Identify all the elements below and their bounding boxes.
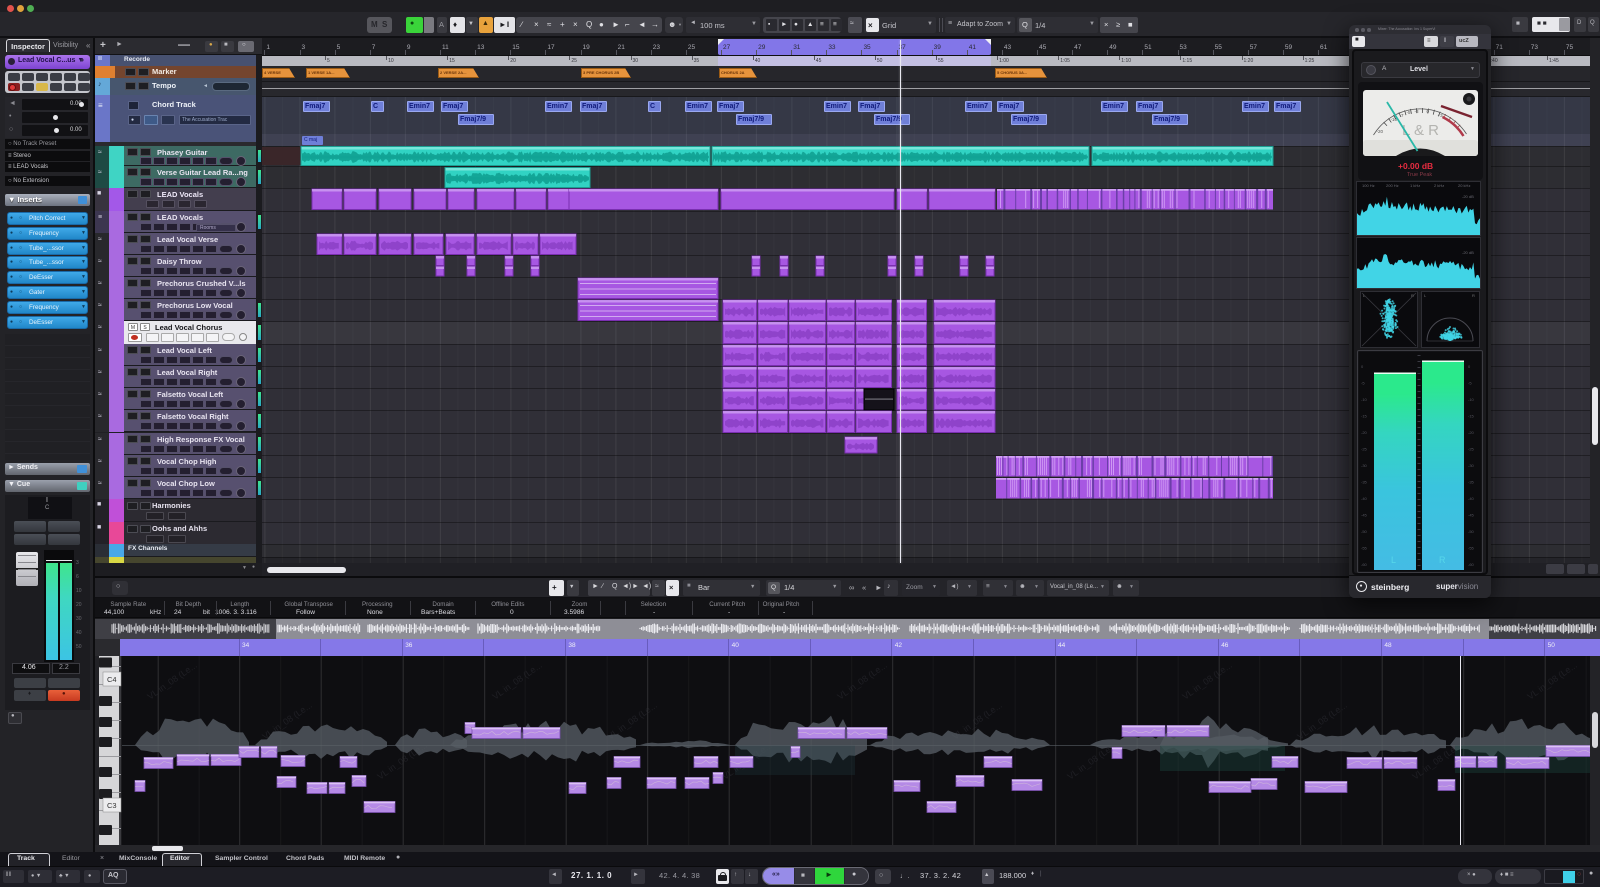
svg-text:-60: -60 — [1361, 562, 1368, 567]
svg-text:-25: -25 — [1468, 447, 1475, 452]
svg-text:-20: -20 — [1468, 430, 1475, 435]
svg-text:-50: -50 — [1361, 529, 1368, 534]
svg-text:-35: -35 — [1361, 480, 1368, 485]
svg-text:-40: -40 — [1361, 496, 1368, 501]
svg-text:-60: -60 — [1468, 562, 1475, 567]
svg-text:R: R — [1439, 555, 1446, 565]
svg-text:-25: -25 — [1361, 447, 1368, 452]
svg-text:L: L — [1391, 555, 1396, 565]
svg-text:-50: -50 — [1468, 529, 1475, 534]
svg-text:-10: -10 — [1468, 397, 1475, 402]
svg-text:-30: -30 — [1468, 463, 1475, 468]
svg-text:-40: -40 — [1468, 496, 1475, 501]
svg-text:-20: -20 — [1361, 430, 1368, 435]
svg-text:-45: -45 — [1468, 513, 1475, 518]
svg-text:-35: -35 — [1468, 480, 1475, 485]
svg-text:-30: -30 — [1361, 463, 1368, 468]
svg-text:-10: -10 — [1361, 397, 1368, 402]
svg-text:-15: -15 — [1468, 414, 1475, 419]
svg-text:-55: -55 — [1361, 546, 1368, 551]
svg-text:-45: -45 — [1361, 513, 1368, 518]
svg-text:-55: -55 — [1468, 546, 1475, 551]
svg-text:-15: -15 — [1361, 414, 1368, 419]
